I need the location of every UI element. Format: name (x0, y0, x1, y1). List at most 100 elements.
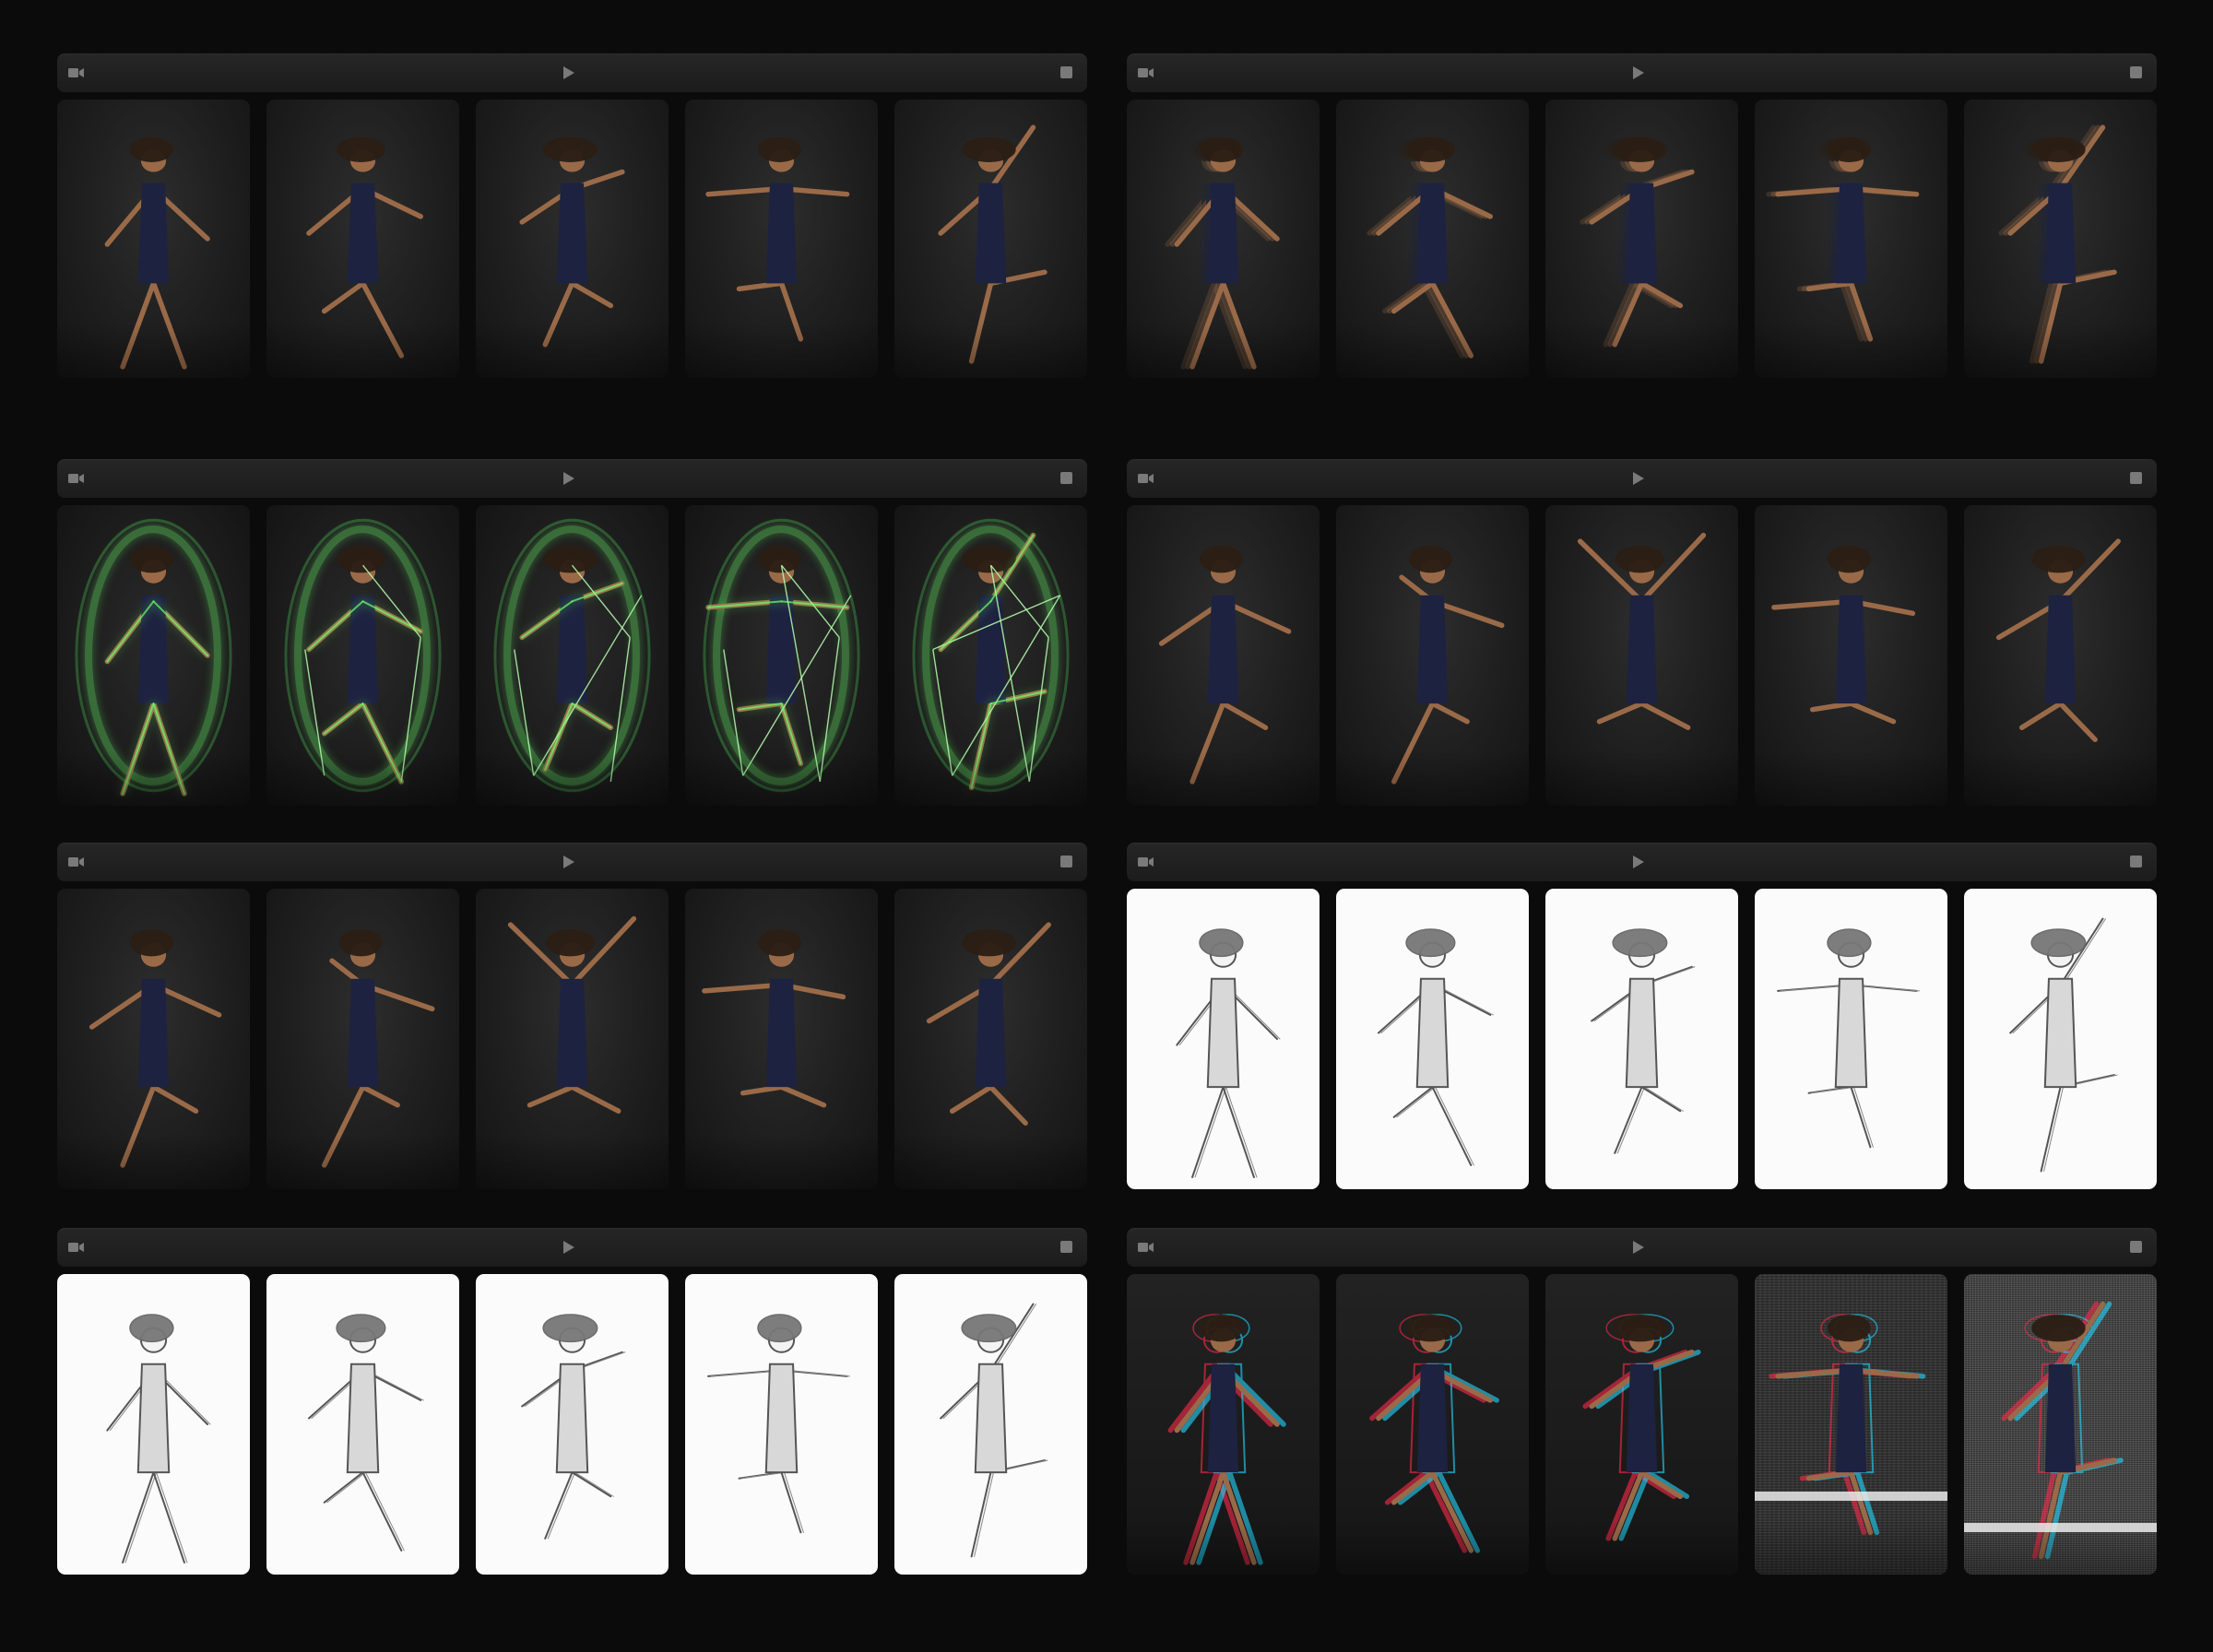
dancer-figure (702, 929, 846, 1108)
camera-icon[interactable] (68, 856, 85, 868)
video-frame-thumbnail[interactable] (1127, 1274, 1320, 1575)
video-frame-thumbnail[interactable] (1127, 889, 1320, 1189)
video-frame-thumbnail[interactable] (1755, 1274, 1947, 1575)
play-icon[interactable] (562, 472, 575, 485)
play-icon[interactable] (562, 66, 575, 79)
video-variant-panel (1127, 843, 2157, 1189)
play-icon[interactable] (1632, 66, 1645, 79)
video-frame-thumbnail[interactable] (266, 889, 459, 1189)
video-frame-thumbnail[interactable] (476, 100, 669, 378)
play-icon[interactable] (1632, 1241, 1645, 1254)
video-frame-thumbnail[interactable] (1336, 1274, 1529, 1575)
video-variant-panel (1127, 459, 2157, 806)
glitch-scanline (1964, 1523, 2157, 1532)
dancer-figure (1582, 1314, 1701, 1541)
play-icon[interactable] (562, 1241, 575, 1254)
floor-shadow (1545, 1519, 1738, 1575)
video-frame-thumbnail[interactable] (894, 889, 1087, 1189)
camera-icon[interactable] (1138, 1241, 1154, 1254)
stop-icon[interactable] (2130, 66, 2142, 78)
video-frame-thumbnail[interactable] (1336, 889, 1529, 1189)
camera-icon[interactable] (1138, 472, 1154, 485)
stop-icon[interactable] (2130, 472, 2142, 484)
video-variant-panel (57, 459, 1087, 806)
dancer-figure (1176, 928, 1281, 1178)
video-frame-thumbnail[interactable] (894, 505, 1087, 806)
video-frame-thumbnail[interactable] (685, 889, 878, 1189)
video-frame-thumbnail[interactable] (894, 100, 1087, 378)
video-frame-thumbnail[interactable] (476, 1274, 669, 1575)
video-frame-thumbnail[interactable] (266, 505, 459, 806)
dancer-image (1176, 928, 1281, 1178)
dancer-figure (89, 929, 222, 1168)
camera-icon[interactable] (1138, 856, 1154, 868)
video-frame-thumbnail[interactable] (266, 1274, 459, 1575)
stop-icon[interactable] (1060, 66, 1072, 78)
stop-icon[interactable] (2130, 1241, 2142, 1253)
dancer-image (307, 1314, 424, 1552)
video-frame-thumbnail[interactable] (1964, 1274, 2157, 1575)
stop-icon[interactable] (2130, 856, 2142, 867)
play-icon[interactable] (562, 856, 575, 868)
video-frame-thumbnail[interactable] (476, 505, 669, 806)
video-frame-thumbnail[interactable] (1755, 100, 1947, 378)
camera-icon[interactable] (68, 1241, 85, 1254)
camera-icon[interactable] (1138, 66, 1154, 79)
video-frame-thumbnail[interactable] (1127, 505, 1320, 806)
dancer-image (1591, 928, 1696, 1154)
video-frame-thumbnail[interactable] (1336, 505, 1529, 806)
player-toolbar (1127, 459, 2157, 498)
video-frame-thumbnail[interactable] (1755, 889, 1947, 1189)
video-frame-thumbnail[interactable] (476, 889, 669, 1189)
player-toolbar (57, 459, 1087, 498)
video-variant-panel (1127, 1228, 2157, 1575)
camera-icon[interactable] (68, 66, 85, 79)
dancer-figure (307, 1314, 424, 1552)
play-icon[interactable] (1632, 856, 1645, 868)
video-frame-thumbnail[interactable] (266, 100, 459, 378)
frame-strip (57, 889, 1087, 1189)
floor-shadow (1336, 323, 1529, 378)
video-frame-thumbnail[interactable] (1964, 100, 2157, 378)
video-frame-thumbnail[interactable] (1127, 100, 1320, 378)
video-frame-thumbnail[interactable] (1964, 505, 2157, 806)
dancer-figure (507, 915, 637, 1114)
dancer-figure (926, 922, 1051, 1127)
video-frame-thumbnail[interactable] (685, 100, 878, 378)
video-frame-thumbnail[interactable] (894, 1274, 1087, 1575)
video-frame-thumbnail[interactable] (57, 889, 250, 1189)
video-frame-thumbnail[interactable] (685, 505, 878, 806)
play-icon[interactable] (1632, 472, 1645, 485)
floor-shadow (476, 750, 669, 806)
dancer-figure (1771, 546, 1916, 725)
floor-shadow (266, 323, 459, 378)
floor-shadow (1755, 1519, 1947, 1575)
video-frame-thumbnail[interactable] (685, 1274, 878, 1575)
video-frame-thumbnail[interactable] (1755, 505, 1947, 806)
video-frame-thumbnail[interactable] (1545, 1274, 1738, 1575)
dancer-figure (707, 1314, 851, 1534)
video-frame-thumbnail[interactable] (1336, 100, 1529, 378)
video-frame-thumbnail[interactable] (1545, 889, 1738, 1189)
player-toolbar (57, 53, 1087, 92)
stop-icon[interactable] (1060, 472, 1072, 484)
stop-icon[interactable] (1060, 856, 1072, 867)
video-frame-thumbnail[interactable] (1964, 889, 2157, 1189)
video-frame-thumbnail[interactable] (1545, 505, 1738, 806)
video-frame-thumbnail[interactable] (1545, 100, 1738, 378)
camera-icon[interactable] (68, 472, 85, 485)
video-frame-thumbnail[interactable] (57, 505, 250, 806)
dancer-figure (1777, 928, 1921, 1149)
video-variant-panel (57, 843, 1087, 1189)
dancer-image (707, 1314, 851, 1534)
floor-shadow (1964, 750, 2157, 806)
video-frame-thumbnail[interactable] (57, 100, 250, 378)
dancer-figure (2009, 917, 2118, 1173)
dancer-figure (1369, 1314, 1499, 1553)
dancer-figure (1995, 538, 2121, 743)
video-frame-thumbnail[interactable] (57, 1274, 250, 1575)
dancer-figure (1377, 928, 1494, 1166)
player-toolbar (1127, 53, 2157, 92)
floor-shadow (1755, 750, 1947, 806)
stop-icon[interactable] (1060, 1241, 1072, 1253)
